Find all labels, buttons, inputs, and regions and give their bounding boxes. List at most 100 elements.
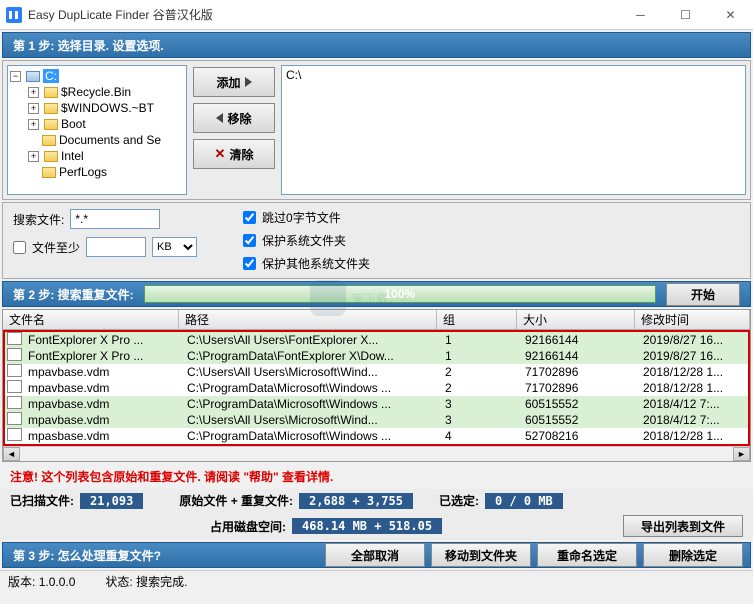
status-bar: 版本: 1.0.0.0 状态: 搜索完成. xyxy=(0,570,753,592)
row-checkbox[interactable] xyxy=(7,364,22,377)
selected-paths-list[interactable]: C:\ xyxy=(281,65,746,195)
version-label: 版本: xyxy=(8,575,35,589)
row-checkbox[interactable] xyxy=(7,428,22,441)
tree-item[interactable]: +$Recycle.Bin xyxy=(10,84,184,100)
table-header: 文件名 路径 组 大小 修改时间 xyxy=(3,310,750,330)
table-row[interactable]: mpavbase.vdmC:\ProgramData\Microsoft\Win… xyxy=(5,380,748,396)
delete-button[interactable]: 删除选定 xyxy=(643,543,743,567)
collapse-icon[interactable]: − xyxy=(10,71,21,82)
col-filename[interactable]: 文件名 xyxy=(3,310,179,329)
skip-zero-option[interactable]: 跳过0字节文件 xyxy=(243,209,370,226)
disk-label: 占用磁盘空间: xyxy=(210,518,286,535)
scroll-left-icon[interactable]: ◄ xyxy=(3,447,20,461)
step2-label: 第 2 步: 搜索重复文件: xyxy=(13,286,134,303)
window-titlebar: Easy DupLicate Finder 谷普汉化版 ─ ☐ ✕ xyxy=(0,0,753,30)
row-checkbox[interactable] xyxy=(7,396,22,409)
add-button[interactable]: 添加 xyxy=(193,67,275,97)
table-row[interactable]: mpavbase.vdmC:\Users\All Users\Microsoft… xyxy=(5,412,748,428)
col-group[interactable]: 组 xyxy=(437,310,517,329)
close-button[interactable]: ✕ xyxy=(708,0,753,29)
remove-button[interactable]: 移除 xyxy=(193,103,275,133)
results-table: 文件名 路径 组 大小 修改时间 FontExplorer X Pro ...C… xyxy=(2,309,751,462)
progress-bar: 100% xyxy=(144,285,656,303)
protect-other-checkbox[interactable] xyxy=(243,257,256,270)
app-icon xyxy=(6,7,22,23)
arrow-right-icon xyxy=(245,77,252,87)
expand-icon[interactable]: + xyxy=(28,151,39,162)
unselect-all-button[interactable]: 全部取消 xyxy=(325,543,425,567)
expand-icon[interactable]: + xyxy=(28,87,39,98)
export-button[interactable]: 导出列表到文件 xyxy=(623,515,743,537)
stats-row-1: 已扫描文件: 21,093 原始文件 + 重复文件: 2,688 + 3,755… xyxy=(0,489,753,512)
step1-label: 第 1 步: 选择目录. 设置选项. xyxy=(13,37,164,54)
min-size-label: 文件至少 xyxy=(32,239,80,256)
row-checkbox[interactable] xyxy=(7,348,22,361)
state-label: 状态: xyxy=(105,575,132,589)
row-checkbox[interactable] xyxy=(7,380,22,393)
col-path[interactable]: 路径 xyxy=(179,310,437,329)
search-pattern-label: 搜索文件: xyxy=(13,211,64,228)
selected-value: 0 / 0 MB xyxy=(485,493,563,509)
protect-other-option[interactable]: 保护其他系统文件夹 xyxy=(243,255,370,272)
scanned-label: 已扫描文件: xyxy=(10,492,74,509)
row-checkbox[interactable] xyxy=(7,332,22,345)
scroll-right-icon[interactable]: ► xyxy=(733,447,750,461)
min-size-checkbox[interactable] xyxy=(13,241,26,254)
table-body: FontExplorer X Pro ...C:\Users\All Users… xyxy=(3,330,750,446)
h-scrollbar[interactable]: ◄ ► xyxy=(3,446,750,461)
col-date[interactable]: 修改时间 xyxy=(635,310,750,329)
protect-sys-checkbox[interactable] xyxy=(243,234,256,247)
table-row[interactable]: mpavbase.vdmC:\Users\All Users\Microsoft… xyxy=(5,364,748,380)
tree-item[interactable]: Documents and Se xyxy=(10,132,184,148)
step1-header: 第 1 步: 选择目录. 设置选项. xyxy=(2,32,751,58)
state-value: 搜索完成. xyxy=(136,575,187,589)
selected-label: 已选定: xyxy=(439,492,479,509)
table-row[interactable]: FontExplorer X Pro ...C:\ProgramData\Fon… xyxy=(5,348,748,364)
arrow-left-icon xyxy=(216,113,223,123)
step3-header: 第 3 步: 怎么处理重复文件? 全部取消 移动到文件夹 重命名选定 删除选定 xyxy=(2,542,751,568)
step3-label: 第 3 步: 怎么处理重复文件? xyxy=(13,547,322,564)
version-value: 1.0.0.0 xyxy=(39,575,76,589)
col-size[interactable]: 大小 xyxy=(517,310,635,329)
clear-button[interactable]: ✕清除 xyxy=(193,139,275,169)
tree-item[interactable]: +Intel xyxy=(10,148,184,164)
folder-icon xyxy=(44,151,58,162)
row-checkbox[interactable] xyxy=(7,412,22,425)
tree-root-label[interactable]: C: xyxy=(43,69,59,83)
orig-dup-label: 原始文件 + 重复文件: xyxy=(179,492,293,509)
folder-icon xyxy=(44,103,58,114)
path-item[interactable]: C:\ xyxy=(286,68,741,82)
protect-sys-option[interactable]: 保护系统文件夹 xyxy=(243,232,370,249)
rename-button[interactable]: 重命名选定 xyxy=(537,543,637,567)
table-row[interactable]: mpavbase.vdmC:\ProgramData\Microsoft\Win… xyxy=(5,396,748,412)
drive-icon xyxy=(26,71,40,82)
window-title: Easy DupLicate Finder 谷普汉化版 xyxy=(28,6,618,23)
folder-selection-panel: − C: +$Recycle.Bin +$WINDOWS.~BT +Boot D… xyxy=(2,60,751,200)
expand-icon[interactable]: + xyxy=(28,119,39,130)
disk-value: 468.14 MB + 518.05 xyxy=(292,518,442,534)
tree-root[interactable]: − C: xyxy=(10,68,184,84)
size-unit-select[interactable]: KB xyxy=(152,237,197,257)
table-row[interactable]: mpasbase.vdmC:\ProgramData\Microsoft\Win… xyxy=(5,428,748,444)
folder-icon xyxy=(42,135,56,146)
min-size-input[interactable] xyxy=(86,237,146,257)
skip-zero-checkbox[interactable] xyxy=(243,211,256,224)
move-button[interactable]: 移动到文件夹 xyxy=(431,543,531,567)
search-pattern-input[interactable] xyxy=(70,209,160,229)
stats-row-2: 占用磁盘空间: 468.14 MB + 518.05 导出列表到文件 xyxy=(0,512,753,540)
tree-item[interactable]: PerfLogs xyxy=(10,164,184,180)
folder-icon xyxy=(44,119,58,130)
tree-item[interactable]: +$WINDOWS.~BT xyxy=(10,100,184,116)
expand-icon[interactable]: + xyxy=(28,103,39,114)
maximize-button[interactable]: ☐ xyxy=(663,0,708,29)
orig-dup-value: 2,688 + 3,755 xyxy=(299,493,413,509)
folder-tree[interactable]: − C: +$Recycle.Bin +$WINDOWS.~BT +Boot D… xyxy=(7,65,187,195)
folder-icon xyxy=(44,87,58,98)
minimize-button[interactable]: ─ xyxy=(618,0,663,29)
scanned-value: 21,093 xyxy=(80,493,143,509)
start-button[interactable]: 开始 xyxy=(666,283,740,306)
tree-item[interactable]: +Boot xyxy=(10,116,184,132)
step2-header: 第 2 步: 搜索重复文件: 100% 开始 xyxy=(2,281,751,307)
table-row[interactable]: FontExplorer X Pro ...C:\Users\All Users… xyxy=(5,332,748,348)
x-icon: ✕ xyxy=(215,146,226,162)
